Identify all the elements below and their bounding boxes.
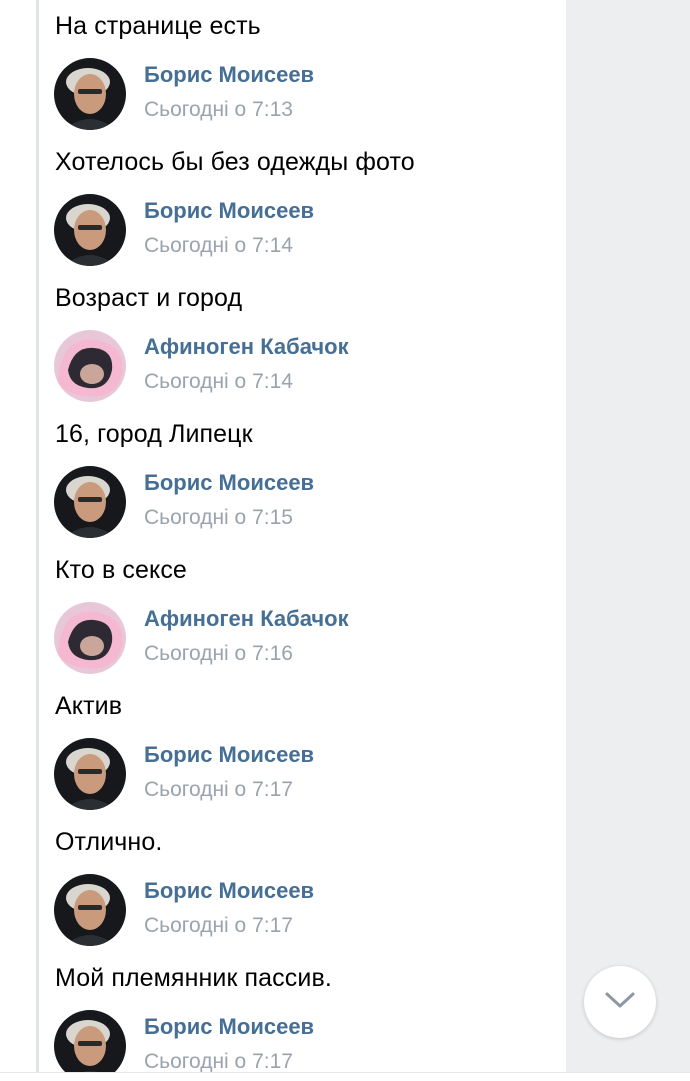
chevron-down-icon	[603, 990, 637, 1015]
avatar[interactable]	[54, 330, 126, 402]
left-margin	[0, 0, 36, 1080]
avatar[interactable]	[54, 602, 126, 674]
comment-text: Возраст и город	[55, 284, 243, 312]
comments-feed: На странице есть Борис Моисеев Сьогодні …	[40, 0, 566, 1072]
comment-text: Хотелось бы без одежды фото	[55, 148, 415, 176]
timestamp[interactable]: Сьогодні о 7:15	[144, 506, 293, 530]
author-name[interactable]: Борис Моисеев	[144, 878, 314, 904]
comment-text: Мой племянник пассив.	[55, 964, 332, 992]
scroll-down-button[interactable]	[584, 966, 656, 1038]
comment-header: Борис Моисеев Сьогодні о 7:17	[54, 874, 534, 946]
author-name[interactable]: Афиноген Кабачок	[144, 606, 349, 632]
avatar[interactable]	[54, 466, 126, 538]
avatar[interactable]	[54, 738, 126, 810]
avatar[interactable]	[54, 874, 126, 946]
timestamp[interactable]: Сьогодні о 7:13	[144, 98, 293, 122]
timestamp[interactable]: Сьогодні о 7:17	[144, 778, 293, 802]
comment-header: Борис Моисеев Сьогодні о 7:15	[54, 466, 534, 538]
avatar[interactable]	[54, 1010, 126, 1072]
comment-header: Борис Моисеев Сьогодні о 7:14	[54, 194, 534, 266]
comment-header: Борис Моисеев Сьогодні о 7:17	[54, 1010, 534, 1072]
author-name[interactable]: Борис Моисеев	[144, 198, 314, 224]
author-name[interactable]: Афиноген Кабачок	[144, 334, 349, 360]
comment-text: Кто в сексе	[55, 556, 187, 584]
avatar[interactable]	[54, 58, 126, 130]
side-panel	[566, 0, 690, 1072]
comment-text: Отлично.	[55, 828, 163, 856]
author-name[interactable]: Борис Моисеев	[144, 62, 314, 88]
comment-header: Борис Моисеев Сьогодні о 7:13	[54, 58, 534, 130]
author-name[interactable]: Борис Моисеев	[144, 742, 314, 768]
author-name[interactable]: Борис Моисеев	[144, 1014, 314, 1040]
comment-text: Актив	[55, 692, 123, 720]
comment-header: Афиноген Кабачок Сьогодні о 7:16	[54, 602, 534, 674]
author-name[interactable]: Борис Моисеев	[144, 470, 314, 496]
thread-line	[36, 0, 39, 1080]
comment-header: Борис Моисеев Сьогодні о 7:17	[54, 738, 534, 810]
timestamp[interactable]: Сьогодні о 7:17	[144, 1050, 293, 1072]
comment-text: На странице есть	[55, 12, 261, 40]
comment-header: Афиноген Кабачок Сьогодні о 7:14	[54, 330, 534, 402]
timestamp[interactable]: Сьогодні о 7:14	[144, 370, 293, 394]
avatar[interactable]	[54, 194, 126, 266]
comment-text: 16, город Липецк	[55, 420, 253, 448]
timestamp[interactable]: Сьогодні о 7:17	[144, 914, 293, 938]
timestamp[interactable]: Сьогодні о 7:14	[144, 234, 293, 258]
timestamp[interactable]: Сьогодні о 7:16	[144, 642, 293, 666]
